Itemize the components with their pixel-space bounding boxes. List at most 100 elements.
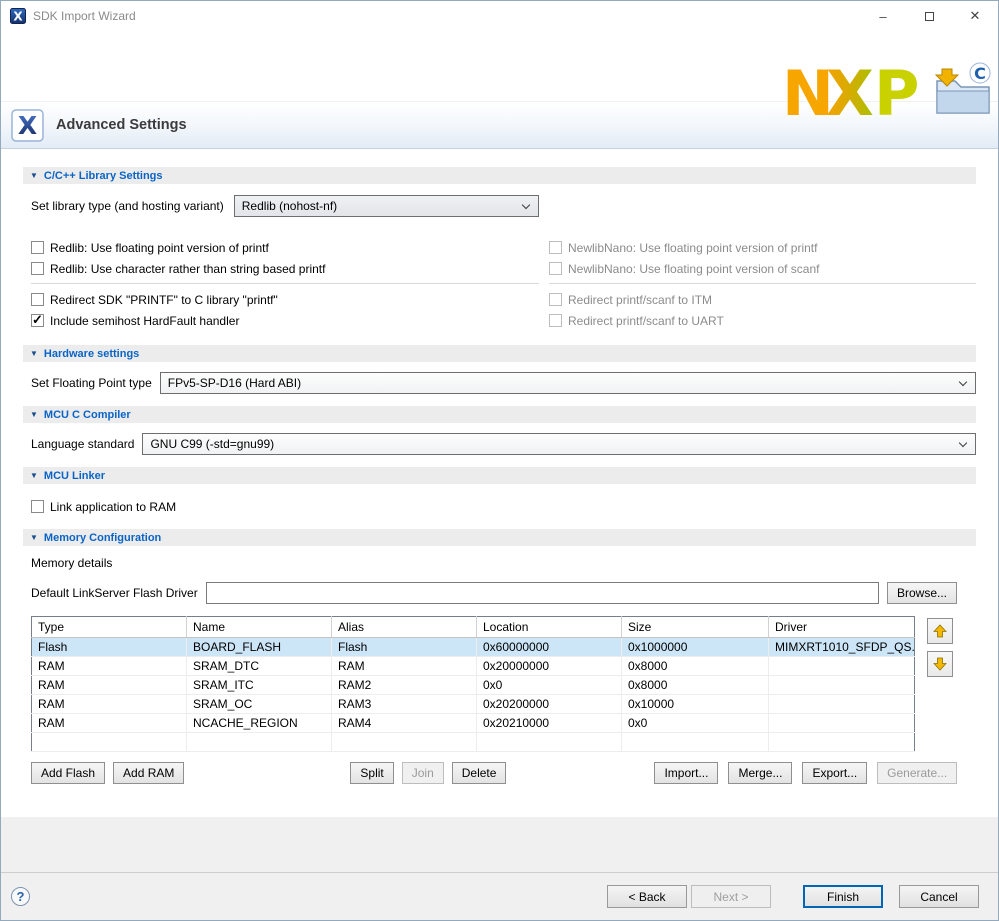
column-header-size[interactable]: Size: [622, 617, 769, 638]
table-row[interactable]: Flash BOARD_FLASH Flash 0x60000000 0x100…: [32, 638, 915, 657]
checkbox-icon: [31, 262, 44, 275]
column-header-alias[interactable]: Alias: [332, 617, 477, 638]
chevron-down-icon: [959, 378, 967, 386]
checkbox-redlib-char-printf[interactable]: Redlib: Use character rather than string…: [31, 258, 539, 279]
flash-driver-input[interactable]: [206, 582, 879, 604]
badge-letter: C: [974, 64, 986, 83]
table-row[interactable]: RAM SRAM_ITC RAM2 0x0 0x8000: [32, 676, 915, 695]
checkbox-newlibnano-float-printf: NewlibNano: Use floating point version o…: [549, 237, 976, 258]
section-header-library[interactable]: ▼ C/C++ Library Settings: [23, 167, 976, 184]
language-standard-label: Language standard: [31, 437, 134, 451]
sdk-import-wizard-window: X SDK Import Wizard – ✕: [0, 0, 999, 921]
checkbox-icon: [549, 293, 562, 306]
delete-button[interactable]: Delete: [452, 762, 507, 784]
add-flash-button[interactable]: Add Flash: [31, 762, 105, 784]
language-standard-row: Language standard GNU C99 (-std=gnu99): [31, 433, 976, 455]
svg-text:X: X: [826, 61, 874, 125]
memory-buttons-row: Add Flash Add RAM Split Join Delete Impo…: [31, 762, 914, 784]
section-header-memory[interactable]: ▼ Memory Configuration: [23, 529, 976, 546]
section-header-compiler[interactable]: ▼ MCU C Compiler: [23, 406, 976, 423]
checkbox-link-app-ram[interactable]: Link application to RAM: [31, 496, 976, 517]
flash-driver-label: Default LinkServer Flash Driver: [31, 586, 198, 600]
minimize-button[interactable]: –: [860, 1, 906, 31]
move-down-button[interactable]: [927, 651, 953, 677]
table-row-empty[interactable]: [32, 733, 915, 752]
import-button[interactable]: Import...: [654, 762, 718, 784]
memory-table-area: Type Name Alias Location Size Driver Fla…: [31, 616, 976, 752]
dialog-button-bar: ? < Back Next > Finish Cancel: [1, 872, 998, 920]
checkbox-semihost-hardfault[interactable]: Include semihost HardFault handler: [31, 310, 539, 331]
memory-table: Type Name Alias Location Size Driver Fla…: [31, 616, 915, 752]
cancel-button[interactable]: Cancel: [899, 885, 979, 908]
table-row[interactable]: RAM SRAM_DTC RAM 0x20000000 0x8000: [32, 657, 915, 676]
library-type-value: Redlib (nohost-nf): [242, 199, 337, 213]
close-button[interactable]: ✕: [952, 1, 998, 31]
divider: [549, 283, 976, 284]
checkbox-icon: [31, 314, 44, 327]
app-icon: X: [10, 8, 26, 24]
mcuxpresso-x-icon: X: [11, 109, 44, 142]
finish-button[interactable]: Finish: [803, 885, 883, 908]
title-bar[interactable]: X SDK Import Wizard – ✕: [1, 1, 998, 31]
section-header-hardware[interactable]: ▼ Hardware settings: [23, 345, 976, 362]
chevron-down-icon: [522, 201, 530, 209]
table-header-row: Type Name Alias Location Size Driver: [32, 617, 915, 638]
library-checkboxes: Redlib: Use floating point version of pr…: [31, 237, 976, 331]
merge-button[interactable]: Merge...: [728, 762, 792, 784]
section-title-memory: Memory Configuration: [44, 532, 161, 544]
section-header-linker[interactable]: ▼ MCU Linker: [23, 467, 976, 484]
minimize-icon: –: [879, 9, 886, 24]
checkbox-redirect-itm: Redirect printf/scanf to ITM: [549, 289, 976, 310]
back-button[interactable]: < Back: [607, 885, 687, 908]
chevron-down-icon: [959, 439, 967, 447]
library-type-label: Set library type (and hosting variant): [31, 199, 224, 213]
help-button[interactable]: ?: [11, 887, 30, 906]
floating-point-combo[interactable]: FPv5-SP-D16 (Hard ABI): [160, 372, 976, 394]
flash-driver-row: Default LinkServer Flash Driver Browse..…: [31, 582, 957, 604]
floating-point-row: Set Floating Point type FPv5-SP-D16 (Har…: [31, 372, 976, 394]
checkbox-icon: [549, 262, 562, 275]
next-button: Next >: [691, 885, 771, 908]
library-type-combo[interactable]: Redlib (nohost-nf): [234, 195, 539, 217]
maximize-button[interactable]: [906, 1, 952, 31]
memory-details-label: Memory details: [31, 556, 976, 570]
browse-button[interactable]: Browse...: [887, 582, 957, 604]
maximize-icon: [925, 12, 934, 21]
collapse-triangle-icon: ▼: [30, 534, 38, 542]
export-button[interactable]: Export...: [802, 762, 867, 784]
collapse-triangle-icon: ▼: [30, 350, 38, 358]
language-standard-value: GNU C99 (-std=gnu99): [150, 437, 274, 451]
link-to-ram-row: Link application to RAM: [31, 496, 976, 517]
collapse-triangle-icon: ▼: [30, 172, 38, 180]
svg-text:X: X: [13, 10, 23, 24]
table-row[interactable]: RAM NCACHE_REGION RAM4 0x20210000 0x0: [32, 714, 915, 733]
split-button[interactable]: Split: [350, 762, 393, 784]
language-standard-combo[interactable]: GNU C99 (-std=gnu99): [142, 433, 976, 455]
collapse-triangle-icon: ▼: [30, 472, 38, 480]
move-up-button[interactable]: [927, 618, 953, 644]
column-header-name[interactable]: Name: [187, 617, 332, 638]
checkbox-icon: [31, 241, 44, 254]
window-title: SDK Import Wizard: [33, 9, 136, 23]
column-header-location[interactable]: Location: [477, 617, 622, 638]
arrow-up-icon: [933, 624, 947, 638]
checkbox-icon: [549, 314, 562, 327]
close-icon: ✕: [970, 8, 981, 24]
wizard-content: ▼ C/C++ Library Settings Set library typ…: [1, 149, 998, 817]
column-header-type[interactable]: Type: [32, 617, 187, 638]
section-title-compiler: MCU C Compiler: [44, 409, 131, 421]
help-icon: ?: [17, 889, 25, 904]
collapse-triangle-icon: ▼: [30, 411, 38, 419]
add-ram-button[interactable]: Add RAM: [113, 762, 184, 784]
column-header-driver[interactable]: Driver: [769, 617, 915, 638]
wizard-footer: ? < Back Next > Finish Cancel: [1, 817, 998, 920]
checkbox-redlib-float-printf[interactable]: Redlib: Use floating point version of pr…: [31, 237, 539, 258]
arrow-down-icon: [933, 657, 947, 671]
page-title: Advanced Settings: [56, 117, 187, 133]
checkbox-redirect-sdk-printf[interactable]: Redirect SDK "PRINTF" to C library "prin…: [31, 289, 539, 310]
nxp-brand: N X P C: [782, 61, 994, 125]
svg-text:X: X: [18, 111, 37, 140]
logo-area: N X P C: [1, 31, 998, 101]
join-button: Join: [402, 762, 444, 784]
table-row[interactable]: RAM SRAM_OC RAM3 0x20200000 0x10000: [32, 695, 915, 714]
